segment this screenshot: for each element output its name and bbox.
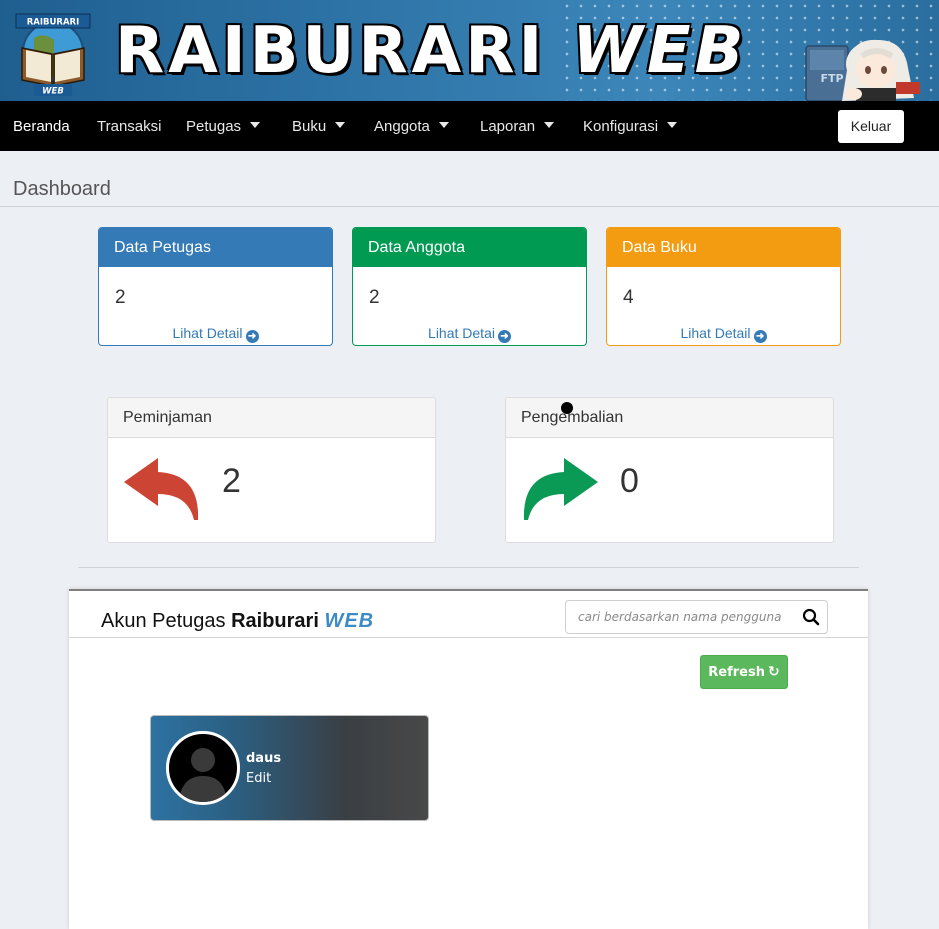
nav-item-label: Konfigurasi (583, 118, 659, 135)
accounts-title-suffix: WEB (324, 610, 375, 632)
nav-item-label: Laporan (480, 118, 536, 135)
nav-item-label: Buku (292, 118, 327, 135)
refresh-button[interactable]: Refresh ↻ (700, 655, 788, 689)
caret-down-icon (667, 122, 678, 128)
stat-card-title: Data Petugas (99, 228, 332, 267)
stat-card-value: 4 (623, 287, 634, 308)
avatar (166, 731, 240, 805)
view-detail-link[interactable]: Lihat Detail ➜ (607, 325, 840, 343)
staff-accounts-panel: Akun Petugas Raiburari WEB Refresh↻ daus… (69, 589, 868, 929)
view-detail-link[interactable]: Lihat Detai ➜ (353, 325, 586, 343)
user-silhouette-icon (179, 748, 227, 802)
stat-card-title: Data Buku (607, 228, 840, 267)
loan-panel: Peminjaman 2 (107, 397, 436, 543)
mouse-cursor-dot (561, 402, 573, 414)
nav-item-buku[interactable]: Buku (292, 101, 346, 151)
accounts-title-brand: Raiburari (231, 610, 319, 632)
section-divider (78, 567, 859, 568)
mascot-reading-icon: FTP (805, 39, 920, 101)
user-card[interactable]: daus Edit (150, 715, 429, 821)
caret-down-icon (250, 122, 261, 128)
stat-card-value: 2 (115, 287, 126, 308)
search-icon[interactable] (800, 606, 822, 628)
nav-item-label: Anggota (374, 118, 430, 135)
arrow-circle-right-icon: ➜ (245, 330, 259, 343)
user-name: daus (246, 751, 282, 766)
page-title: Dashboard (13, 178, 111, 200)
caret-down-icon (544, 122, 555, 128)
user-search (565, 600, 828, 634)
caret-down-icon (438, 122, 449, 128)
nav-item-transaksi[interactable]: Transaksi (97, 101, 161, 151)
loan-panel-title: Peminjaman (108, 398, 435, 438)
logo-bottom-text: WEB (42, 87, 64, 97)
nav-item-anggota[interactable]: Anggota (374, 101, 449, 151)
nav-item-konfigurasi[interactable]: Konfigurasi (583, 101, 678, 151)
return-panel: Pengembalian 0 (505, 397, 834, 543)
brand-title-part1: RAIBURARI (115, 14, 547, 88)
refresh-label: Refresh (708, 665, 765, 680)
arrow-circle-right-icon: ➜ (497, 330, 511, 343)
library-logo-icon: RAIBURARI WEB (15, 13, 91, 97)
main-navbar: Beranda Transaksi Petugas Buku Anggota L… (0, 101, 939, 151)
stat-card-petugas: Data Petugas 2 Lihat Detail ➜ (98, 227, 333, 346)
loan-count: 2 (222, 462, 241, 500)
edit-user-link[interactable]: Edit (246, 771, 271, 786)
stat-card-buku: Data Buku 4 Lihat Detail ➜ (606, 227, 841, 346)
accounts-title: Akun Petugas Raiburari WEB (101, 610, 374, 633)
nav-item-petugas[interactable]: Petugas (186, 101, 261, 151)
reply-arrow-icon (124, 458, 199, 520)
search-input[interactable] (567, 602, 793, 632)
header-banner: RAIBURARI WEB RAIBURARI WEB FTP (0, 0, 939, 101)
logout-button[interactable]: Keluar (838, 110, 904, 143)
return-count: 0 (620, 462, 639, 500)
view-detail-label: Lihat Detail (680, 325, 751, 341)
brand-title: RAIBURARI WEB (115, 8, 747, 94)
accounts-title-prefix: Akun Petugas (101, 610, 226, 632)
nav-item-laporan[interactable]: Laporan (480, 101, 555, 151)
nav-item-beranda[interactable]: Beranda (13, 101, 70, 151)
stat-card-title: Data Anggota (353, 228, 586, 267)
mascot-book-text: FTP (820, 72, 843, 85)
stat-card-value: 2 (369, 287, 380, 308)
nav-item-label: Beranda (13, 118, 70, 135)
accounts-header-divider (69, 637, 868, 638)
logo-top-text: RAIBURARI (27, 18, 80, 28)
arrow-circle-right-icon: ➜ (753, 330, 767, 343)
return-panel-title: Pengembalian (506, 398, 833, 438)
stat-card-anggota: Data Anggota 2 Lihat Detai ➜ (352, 227, 587, 346)
view-detail-link[interactable]: Lihat Detail ➜ (99, 325, 332, 343)
nav-item-label: Transaksi (97, 118, 162, 135)
title-divider (0, 206, 939, 207)
caret-down-icon (335, 122, 346, 128)
refresh-icon: ↻ (767, 664, 780, 680)
share-arrow-icon (523, 458, 598, 520)
brand-title-part2: WEB (572, 14, 748, 88)
view-detail-label: Lihat Detail (172, 325, 243, 341)
nav-item-label: Petugas (186, 118, 242, 135)
view-detail-label: Lihat Detai (428, 325, 495, 341)
